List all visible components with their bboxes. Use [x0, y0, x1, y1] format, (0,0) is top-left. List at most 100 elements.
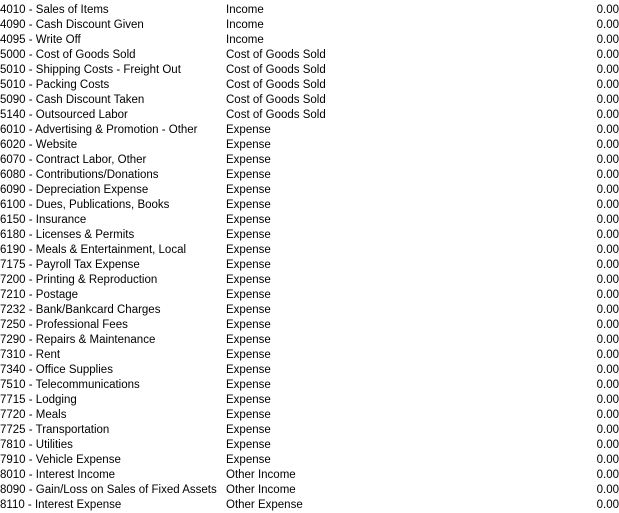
account-name-cell[interactable]: 5140 - Outsourced Labor: [0, 108, 226, 123]
account-name-cell[interactable]: 5090 - Cash Discount Taken: [0, 93, 226, 108]
account-balance-cell: 0.00: [596, 469, 619, 481]
table-row[interactable]: 7310 - Rent Expense 0.00: [0, 348, 619, 363]
account-balance-cell: 0.00: [596, 424, 619, 436]
account-name-cell[interactable]: 6020 - Website: [0, 138, 226, 153]
table-row[interactable]: 7200 - Printing & Reproduction Expense 0.0…: [0, 273, 619, 288]
account-balance-cell: 0.00: [596, 4, 619, 16]
account-balance-cell: 0.00: [596, 229, 619, 241]
account-name-cell[interactable]: 8090 - Gain/Loss on Sales of Fixed Asset…: [0, 483, 226, 498]
table-row[interactable]: 5000 - Cost of Goods Sold Cost of Goods S…: [0, 48, 619, 63]
account-type-cell: Expense: [226, 124, 271, 136]
table-row[interactable]: 7175 - Payroll Tax Expense Expense 0.00: [0, 258, 619, 273]
account-name-cell[interactable]: 7510 - Telecommunications: [0, 378, 226, 393]
account-name-cell[interactable]: 5010 - Packing Costs: [0, 78, 226, 93]
account-name-cell[interactable]: 7310 - Rent: [0, 348, 226, 363]
table-row[interactable]: 4095 - Write Off Income 0.00: [0, 33, 619, 48]
account-balance-cell: 0.00: [596, 484, 619, 496]
table-row[interactable]: 7510 - Telecommunications Expense 0.00: [0, 378, 619, 393]
table-row[interactable]: 6080 - Contributions/Donations Expense 0.0…: [0, 168, 619, 183]
account-type-cell: Cost of Goods Sold: [226, 79, 326, 91]
table-row[interactable]: 5090 - Cash Discount Taken Cost of Goods …: [0, 93, 619, 108]
account-name-cell[interactable]: 7175 - Payroll Tax Expense: [0, 258, 226, 273]
account-name-cell[interactable]: 8110 - Interest Expense: [0, 498, 226, 513]
account-type-cell: Expense: [226, 259, 271, 271]
table-row[interactable]: 7210 - Postage Expense 0.00: [0, 288, 619, 303]
account-name-cell[interactable]: 6180 - Licenses & Permits: [0, 228, 226, 243]
table-row[interactable]: 6070 - Contract Labor, Other Expense 0.00: [0, 153, 619, 168]
table-row[interactable]: 7725 - Transportation Expense 0.00: [0, 423, 619, 438]
table-row[interactable]: 7340 - Office Supplies Expense 0.00: [0, 363, 619, 378]
account-name-cell[interactable]: 6090 - Depreciation Expense: [0, 183, 226, 198]
table-row[interactable]: 6180 - Licenses & Permits Expense 0.00: [0, 228, 619, 243]
account-balance-cell: 0.00: [596, 499, 619, 511]
account-balance-cell: 0.00: [596, 304, 619, 316]
table-row[interactable]: 7232 - Bank/Bankcard Charges Expense 0.00: [0, 303, 619, 318]
account-name-cell[interactable]: 7290 - Repairs & Maintenance: [0, 333, 226, 348]
account-name-cell[interactable]: 6150 - Insurance: [0, 213, 226, 228]
table-row[interactable]: 6150 - Insurance Expense 0.00: [0, 213, 619, 228]
table-row[interactable]: 4090 - Cash Discount Given Income 0.00: [0, 18, 619, 33]
account-name-cell[interactable]: 5010 - Shipping Costs - Freight Out: [0, 63, 226, 78]
account-name-cell[interactable]: 7715 - Lodging: [0, 393, 226, 408]
account-name-cell[interactable]: 6070 - Contract Labor, Other: [0, 153, 226, 168]
account-name-cell[interactable]: 7232 - Bank/Bankcard Charges: [0, 303, 226, 318]
account-balance-cell: 0.00: [596, 334, 619, 346]
account-name-cell[interactable]: 7200 - Printing & Reproduction: [0, 273, 226, 288]
account-balance-cell: 0.00: [596, 34, 619, 46]
account-balance-cell: 0.00: [596, 139, 619, 151]
account-balance-cell: 0.00: [596, 259, 619, 271]
table-row[interactable]: 5010 - Packing Costs Cost of Goods Sold 0.…: [0, 78, 619, 93]
account-balance-cell: 0.00: [596, 19, 619, 31]
account-name-cell[interactable]: 4010 - Sales of Items: [0, 3, 226, 18]
account-balance-cell: 0.00: [596, 94, 619, 106]
account-type-cell: Expense: [226, 169, 271, 181]
account-name-cell[interactable]: 4095 - Write Off: [0, 33, 226, 48]
account-type-cell: Cost of Goods Sold: [226, 64, 326, 76]
account-name-cell[interactable]: 7250 - Professional Fees: [0, 318, 226, 333]
account-name-cell[interactable]: 4090 - Cash Discount Given: [0, 18, 226, 33]
account-type-cell: Cost of Goods Sold: [226, 49, 326, 61]
table-row[interactable]: 7715 - Lodging Expense 0.00: [0, 393, 619, 408]
account-balance-cell: 0.00: [596, 274, 619, 286]
account-name-cell[interactable]: 8010 - Interest Income: [0, 468, 226, 483]
account-name-cell[interactable]: 7210 - Postage: [0, 288, 226, 303]
table-row[interactable]: 5140 - Outsourced Labor Cost of Goods Sol…: [0, 108, 619, 123]
account-balance-cell: 0.00: [596, 79, 619, 91]
table-row[interactable]: 8010 - Interest Income Other Income 0.00: [0, 468, 619, 483]
account-balance-cell: 0.00: [596, 319, 619, 331]
table-row[interactable]: 7720 - Meals Expense 0.00: [0, 408, 619, 423]
account-name-cell[interactable]: 6100 - Dues, Publications, Books: [0, 198, 226, 213]
account-type-cell: Expense: [226, 424, 271, 436]
table-row[interactable]: 6010 - Advertising & Promotion - Other Ex…: [0, 123, 619, 138]
account-name-cell[interactable]: 7810 - Utilities: [0, 438, 226, 453]
account-name-cell[interactable]: 7725 - Transportation: [0, 423, 226, 438]
account-type-cell: Expense: [226, 454, 271, 466]
table-row[interactable]: 7810 - Utilities Expense 0.00: [0, 438, 619, 453]
table-row[interactable]: 4010 - Sales of Items Income 0.00: [0, 3, 619, 18]
table-row[interactable]: 6190 - Meals & Entertainment, Local Expen…: [0, 243, 619, 258]
account-type-cell: Income: [226, 19, 264, 31]
table-row[interactable]: 6090 - Depreciation Expense Expense 0.00: [0, 183, 619, 198]
account-name-cell[interactable]: 7910 - Vehicle Expense: [0, 453, 226, 468]
account-name-cell[interactable]: 7340 - Office Supplies: [0, 363, 226, 378]
table-row[interactable]: 7290 - Repairs & Maintenance Expense 0.00: [0, 333, 619, 348]
account-name-cell[interactable]: 6010 - Advertising & Promotion - Other: [0, 123, 226, 138]
table-row[interactable]: 7250 - Professional Fees Expense 0.00: [0, 318, 619, 333]
table-row[interactable]: 7910 - Vehicle Expense Expense 0.00: [0, 453, 619, 468]
account-balance-cell: 0.00: [596, 439, 619, 451]
account-balance-cell: 0.00: [596, 244, 619, 256]
table-row[interactable]: 6020 - Website Expense 0.00: [0, 138, 619, 153]
account-type-cell: Expense: [226, 289, 271, 301]
account-type-cell: Expense: [226, 334, 271, 346]
account-name-cell[interactable]: 6080 - Contributions/Donations: [0, 168, 226, 183]
account-type-cell: Expense: [226, 214, 271, 226]
account-type-cell: Income: [226, 4, 264, 16]
table-row[interactable]: 6100 - Dues, Publications, Books Expense 0…: [0, 198, 619, 213]
table-row[interactable]: 8110 - Interest Expense Other Expense 0.00: [0, 498, 619, 513]
account-name-cell[interactable]: 7720 - Meals: [0, 408, 226, 423]
account-type-cell: Expense: [226, 199, 271, 211]
table-row[interactable]: 5010 - Shipping Costs - Freight Out Cost …: [0, 63, 619, 78]
account-name-cell[interactable]: 5000 - Cost of Goods Sold: [0, 48, 226, 63]
table-row[interactable]: 8090 - Gain/Loss on Sales of Fixed Asset…: [0, 483, 619, 498]
account-name-cell[interactable]: 6190 - Meals & Entertainment, Local: [0, 243, 226, 258]
